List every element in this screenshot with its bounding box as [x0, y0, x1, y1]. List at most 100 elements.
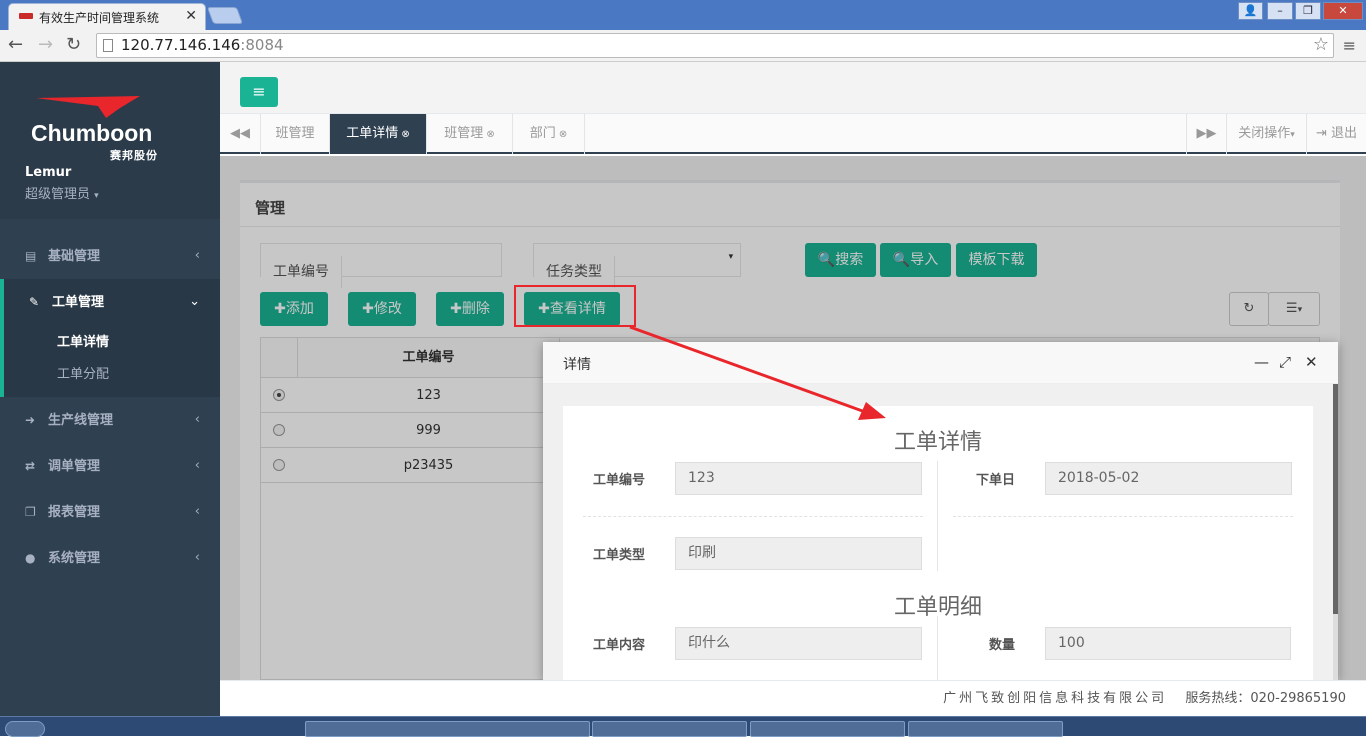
sidebar-group-orders: ✎ 工单管理 ⌄ 工单详情 工单分配: [0, 279, 220, 397]
caret-down-icon: ▾: [94, 191, 99, 201]
browser-tab-title: 有效生产时间管理系统: [39, 11, 160, 25]
sidebar-item-reports[interactable]: ❐ 报表管理 ‹: [0, 489, 220, 535]
chevron-left-icon: ‹: [194, 248, 200, 263]
maximize-icon[interactable]: ⤢: [1279, 353, 1291, 371]
sidebar-item-label: 报表管理: [48, 505, 101, 520]
close-circle-icon[interactable]: ⊗: [559, 129, 567, 140]
chevron-left-icon: ‹: [194, 412, 200, 427]
caret-down-icon: ▾: [1290, 130, 1295, 140]
column-divider: [937, 616, 938, 680]
tab-label: 班管理: [444, 126, 484, 141]
close-circle-icon[interactable]: ⊗: [486, 129, 494, 140]
tab-class-mgmt-2[interactable]: 班管理 ⊗: [427, 114, 513, 154]
list-icon: ▤: [25, 249, 37, 263]
tab-label: 工单详情: [346, 126, 399, 141]
browser-menu-icon[interactable]: ≡: [1343, 36, 1356, 55]
address-bar-row: ← → ↻ 120.77.146.146:8084 ☆ ≡: [0, 30, 1366, 62]
logout-button[interactable]: ⇥ 退出: [1306, 114, 1366, 154]
page-tabs-bar: ◀◀ 班管理 工单详情 ⊗ 班管理 ⊗ 部门 ⊗ ▶▶ 关闭操作▾ ⇥ 退出: [220, 114, 1366, 154]
page-icon: [103, 39, 113, 52]
edit-icon: ✎: [29, 295, 40, 309]
user-name: Lemur: [25, 165, 72, 180]
restore-button[interactable]: ❐: [1295, 2, 1321, 20]
tabs-scroll-right-button[interactable]: ▶▶: [1186, 114, 1226, 154]
sidebar-item-production-line[interactable]: ➜ 生产线管理 ‹: [0, 397, 220, 443]
qty-field[interactable]: 100: [1045, 627, 1291, 660]
minimize-button[interactable]: –: [1267, 2, 1293, 20]
company-name: 广州飞致创阳信息科技有限公司: [943, 691, 1168, 706]
chevron-left-icon: ‹: [194, 458, 200, 473]
divider: [953, 516, 1293, 517]
user-role-dropdown[interactable]: 超级管理员 ▾: [25, 183, 99, 202]
tab-department[interactable]: 部门 ⊗: [513, 114, 585, 154]
brand-logo: Chumboon: [31, 120, 153, 146]
close-circle-icon[interactable]: ⊗: [401, 129, 409, 140]
sidebar-item-system[interactable]: ● 系统管理 ‹: [0, 535, 220, 581]
tab-label: 部门: [529, 126, 556, 141]
order-date-label: 下单日: [976, 473, 1016, 488]
taskbar-item[interactable]: [908, 721, 1063, 737]
content-field[interactable]: 印什么: [675, 627, 922, 660]
tab-class-mgmt-1[interactable]: 班管理: [261, 114, 330, 154]
sidebar-item-basic[interactable]: ▤ 基础管理 ‹: [0, 233, 220, 279]
page-footer: 广州飞致创阳信息科技有限公司 服务热线：020-29865190: [220, 680, 1366, 716]
detail-dialog: 详情 — ⤢ ✕ 工单详情 工单编号 123 下单日 2018-05-02 工单…: [543, 342, 1338, 680]
close-icon[interactable]: ✕: [1305, 353, 1318, 371]
sidebar-item-orders[interactable]: ✎ 工单管理 ⌄: [4, 279, 220, 325]
column-divider: [937, 461, 938, 571]
bookmark-star-icon[interactable]: ☆: [1313, 34, 1329, 55]
order-no-field[interactable]: 123: [675, 462, 922, 495]
order-date-field[interactable]: 2018-05-02: [1045, 462, 1292, 495]
section-title-order-items: 工单明细: [893, 595, 982, 620]
new-tab-button[interactable]: [206, 7, 244, 24]
section-title-order-detail: 工单详情: [893, 430, 982, 455]
dialog-title: 详情: [563, 357, 591, 373]
tab-label: 班管理: [275, 126, 315, 141]
order-no-label: 工单编号: [593, 473, 646, 488]
menu-toggle-button[interactable]: ≡: [240, 77, 278, 107]
highlight-box: [514, 285, 636, 327]
dialog-scrollbar-thumb[interactable]: [1333, 384, 1338, 614]
service-hotline: 服务热线：020-29865190: [1185, 691, 1346, 706]
double-right-icon: ▶▶: [1196, 126, 1217, 141]
logout-icon: ⇥: [1315, 126, 1327, 141]
start-button[interactable]: [5, 721, 45, 737]
close-window-button[interactable]: ✕: [1323, 2, 1363, 20]
close-ops-label: 关闭操作: [1238, 126, 1291, 141]
back-icon[interactable]: ←: [8, 34, 23, 55]
close-tab-icon[interactable]: ✕: [185, 8, 197, 24]
taskbar-item[interactable]: [750, 721, 905, 737]
copy-icon: ❐: [25, 505, 36, 519]
dialog-form: 工单详情 工单编号 123 下单日 2018-05-02 工单类型 印刷 工单明…: [563, 406, 1313, 680]
order-type-field[interactable]: 印刷: [675, 537, 922, 570]
arrow-right-icon: ➜: [25, 413, 36, 427]
user-icon[interactable]: 👤: [1238, 2, 1263, 20]
sidebar: Chumboon 赛邦股份 Lemur 超级管理员 ▾ ▤ 基础管理 ‹ ✎ 工单管理…: [0, 62, 220, 736]
logout-label: 退出: [1331, 126, 1358, 141]
hamburger-icon: ≡: [252, 82, 266, 101]
browser-tabbar: 有效生产时间管理系统 ✕ 👤 – ❐ ✕: [0, 0, 1366, 30]
tab-order-detail[interactable]: 工单详情 ⊗: [330, 114, 427, 154]
user-icon: ●: [25, 551, 36, 565]
content-label: 工单内容: [593, 638, 646, 653]
favicon-icon: [19, 13, 33, 19]
top-navbar: ≡: [220, 62, 1366, 114]
sidebar-subitem-order-assign[interactable]: 工单分配: [4, 357, 220, 389]
chevron-down-icon: ⌄: [189, 294, 200, 309]
taskbar-item[interactable]: [592, 721, 747, 737]
forward-icon[interactable]: →: [38, 34, 53, 55]
os-taskbar: [0, 716, 1366, 737]
sidebar-item-dispatch[interactable]: ⇄ 调单管理 ‹: [0, 443, 220, 489]
browser-tab[interactable]: 有效生产时间管理系统 ✕: [8, 3, 206, 30]
url-input[interactable]: 120.77.146.146:8084 ☆: [96, 33, 1334, 58]
sidebar-item-label: 工单管理: [52, 295, 105, 310]
user-role-label: 超级管理员: [25, 187, 91, 202]
reload-icon[interactable]: ↻: [66, 34, 81, 55]
taskbar-item[interactable]: [305, 721, 590, 737]
minimize-icon[interactable]: —: [1254, 353, 1269, 371]
tabs-scroll-left-button[interactable]: ◀◀: [220, 114, 261, 154]
close-ops-dropdown[interactable]: 关闭操作▾: [1226, 114, 1306, 154]
url-port: :8084: [240, 36, 284, 54]
sidebar-subitem-order-detail[interactable]: 工单详情: [4, 325, 220, 357]
brand-sub: 赛邦股份: [110, 149, 158, 162]
